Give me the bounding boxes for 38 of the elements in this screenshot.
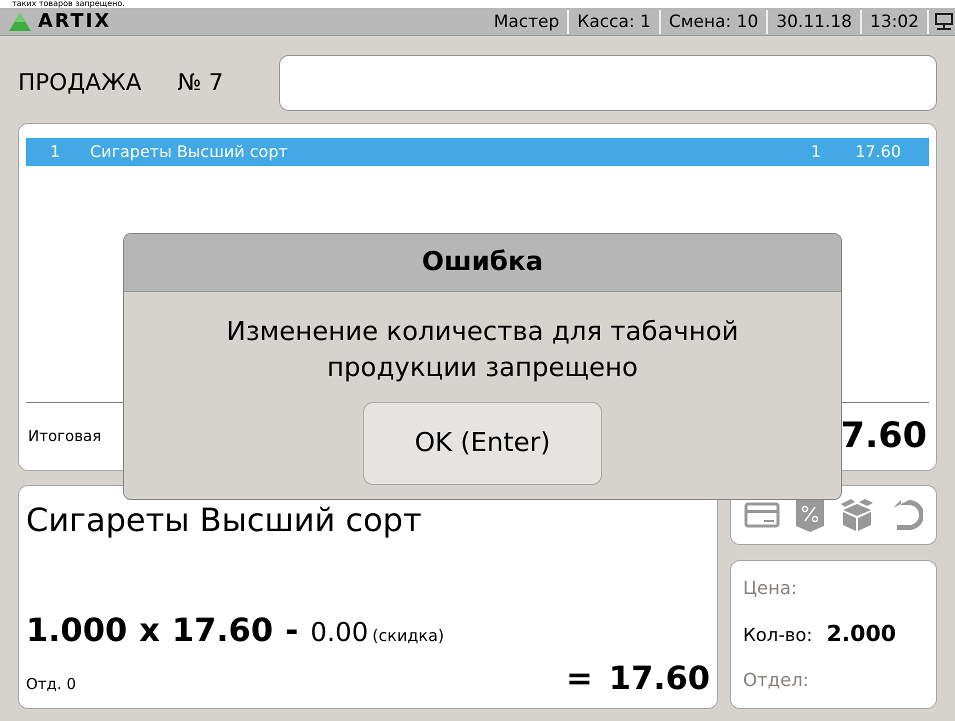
info-value: 2.000 xyxy=(826,621,896,649)
row-qty: 1 xyxy=(810,141,821,163)
dialog-message: Изменение количества для табачной продукции запрещено xyxy=(225,316,740,385)
item-name: Сигареты Высший сорт xyxy=(26,502,423,538)
item-sum: 17.60 xyxy=(608,658,710,699)
minus-sign: - xyxy=(285,610,298,651)
item-price: 17.60 xyxy=(172,610,274,651)
row-sum: 17.60 xyxy=(854,141,902,163)
row-name: Сигареты Высший сорт xyxy=(90,141,289,163)
info-label: Кол-во: xyxy=(743,624,812,648)
multiply-sign: x xyxy=(139,610,160,651)
discount-amount: 0.00 xyxy=(310,617,368,650)
logo-text: ARTIX xyxy=(38,9,112,34)
equals-sign: = xyxy=(566,658,593,699)
input-field[interactable] xyxy=(279,55,937,111)
row-index: 1 xyxy=(49,141,62,163)
boxes-icon[interactable] xyxy=(839,498,876,532)
sale-number: № 7 xyxy=(177,68,224,98)
status-text: 13:02 xyxy=(862,10,929,34)
discount-tag-icon[interactable] xyxy=(794,498,826,532)
sale-title: ПРОДАЖА xyxy=(18,68,142,98)
card-icon[interactable] xyxy=(744,501,780,529)
notice-text: таких товаров запрещено. xyxy=(12,0,125,8)
network-icon xyxy=(935,12,953,32)
status-text: Смена: 10 xyxy=(660,10,768,34)
item-quantity: 1.000 xyxy=(26,610,128,651)
total-amount: 7.60 xyxy=(840,415,927,458)
department-text: Отд. 0 xyxy=(26,674,76,695)
info-label: Отдел: xyxy=(743,669,809,693)
status-text: Мастер xyxy=(486,10,570,34)
status-text: Касса: 1 xyxy=(569,10,661,34)
logo-icon xyxy=(8,12,32,32)
dialog-title: Ошибка xyxy=(422,246,544,279)
ok-button[interactable]: OK (Enter) xyxy=(363,402,602,485)
total-label: Итоговая xyxy=(28,426,102,448)
info-label: Цена: xyxy=(743,577,797,601)
discount-label: (скидка) xyxy=(372,625,444,647)
status-text: 30.11.18 xyxy=(768,10,862,34)
